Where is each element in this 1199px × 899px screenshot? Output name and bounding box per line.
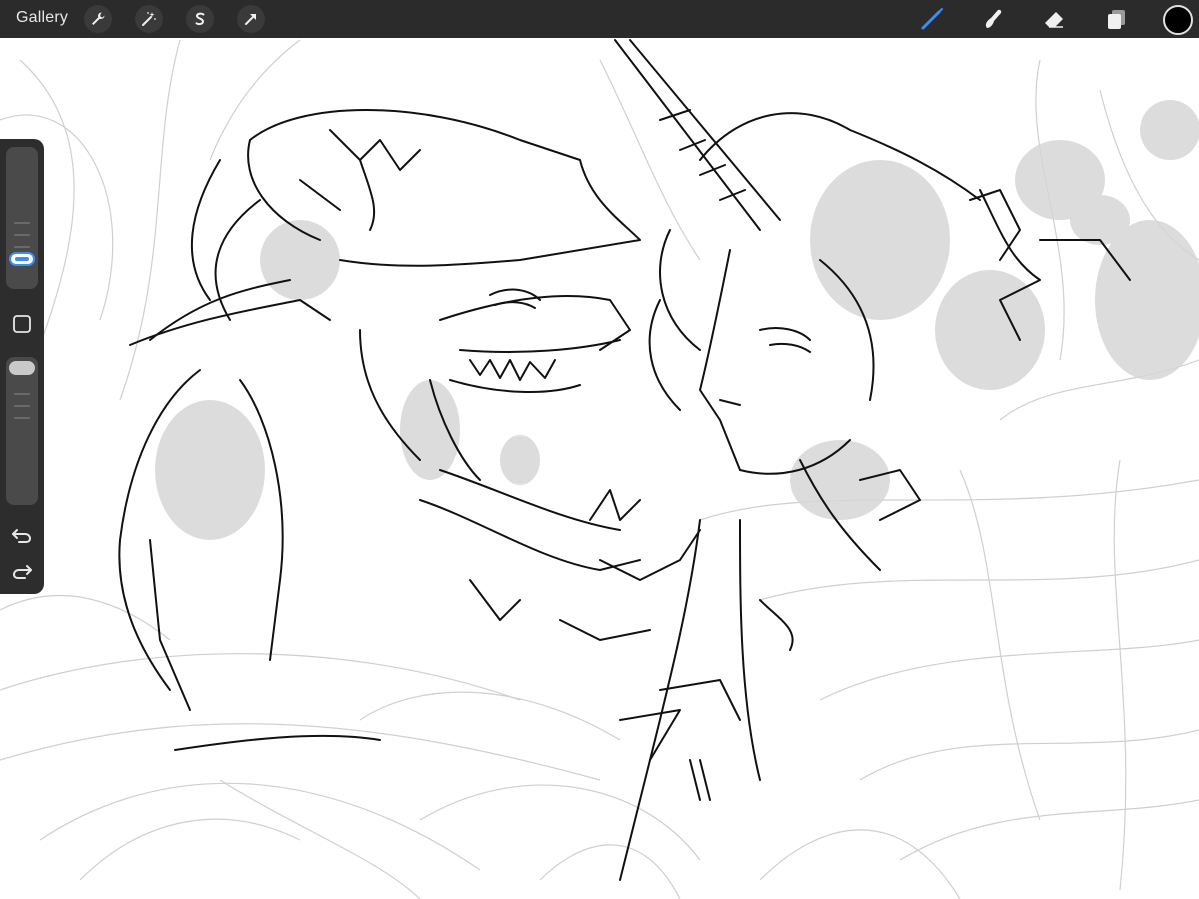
redo-icon — [12, 565, 32, 579]
handle-accent — [15, 257, 29, 261]
undo-button[interactable] — [8, 523, 36, 547]
adjustments-button[interactable] — [135, 5, 163, 33]
artwork-sketch — [0, 39, 1199, 899]
undo-icon — [12, 529, 32, 543]
arrow-cursor-icon — [245, 14, 256, 25]
slider-tick — [14, 393, 30, 395]
slider-tick — [14, 417, 30, 419]
drawing-canvas[interactable] — [0, 38, 1199, 899]
slider-tick — [14, 222, 30, 224]
modify-button[interactable] — [8, 312, 36, 336]
selection-s-icon — [195, 12, 205, 26]
transform-button[interactable] — [237, 5, 265, 33]
paint-tool-button[interactable] — [917, 4, 947, 34]
slider-tick — [14, 234, 30, 236]
layers-button[interactable] — [1101, 4, 1131, 34]
left-sidebar — [0, 139, 44, 594]
erase-tool-button[interactable] — [1039, 4, 1069, 34]
opacity-handle[interactable] — [9, 361, 35, 375]
smudge-icon — [985, 9, 1002, 29]
smudge-tool-button[interactable] — [978, 4, 1008, 34]
slider-tick — [14, 405, 30, 407]
layers-icon — [1108, 10, 1125, 29]
square-icon — [13, 315, 31, 333]
wrench-icon — [92, 12, 105, 25]
procreate-app: Gallery — [0, 0, 1199, 899]
brush-size-slider[interactable] — [6, 147, 38, 289]
selection-button[interactable] — [186, 5, 214, 33]
redo-button[interactable] — [8, 559, 36, 583]
actions-button[interactable] — [84, 5, 112, 33]
magic-wand-icon — [142, 12, 156, 26]
eraser-icon — [1045, 12, 1063, 28]
color-picker-button[interactable] — [1163, 5, 1193, 35]
top-toolbar: Gallery — [0, 0, 1199, 38]
grey-shading — [155, 100, 1199, 540]
gallery-button[interactable]: Gallery — [16, 9, 68, 27]
brush-size-handle[interactable] — [9, 252, 35, 266]
opacity-slider[interactable] — [6, 357, 38, 505]
brush-icon — [921, 8, 943, 30]
slider-tick — [14, 246, 30, 248]
